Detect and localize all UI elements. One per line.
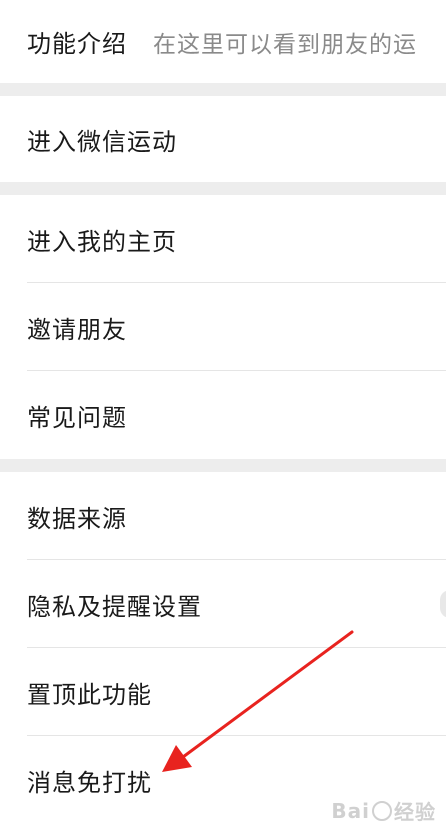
- function-intro-label: 功能介绍: [27, 30, 127, 58]
- toggle-edge-indicator: [440, 590, 446, 618]
- enter-my-homepage-label: 进入我的主页: [27, 227, 177, 256]
- faq-label: 常见问题: [27, 403, 127, 432]
- privacy-reminder-settings-label: 隐私及提醒设置: [27, 592, 202, 621]
- mute-notifications-label: 消息免打扰: [27, 768, 152, 797]
- enter-wechat-sport-row[interactable]: 进入微信运动: [0, 96, 446, 182]
- intro-section: 功能介绍 在这里可以看到朋友的运: [0, 0, 446, 83]
- function-intro-description: 在这里可以看到朋友的运: [153, 31, 417, 58]
- data-source-label: 数据来源: [27, 504, 127, 533]
- settings-section: 数据来源 隐私及提醒设置 置顶此功能 消息免打扰: [0, 472, 446, 833]
- enter-wechat-sport-label: 进入微信运动: [27, 127, 177, 156]
- pin-function-label: 置顶此功能: [27, 680, 152, 709]
- data-source-row[interactable]: 数据来源: [0, 472, 446, 560]
- wechat-sport-settings-screen: 功能介绍 在这里可以看到朋友的运 进入微信运动 进入我的主页 邀请朋友 常见问题…: [0, 0, 446, 833]
- baidu-paw-icon: [372, 800, 392, 821]
- watermark-text-left: Bai: [331, 798, 370, 823]
- invite-friends-label: 邀请朋友: [27, 315, 127, 344]
- privacy-reminder-settings-row[interactable]: 隐私及提醒设置: [0, 560, 446, 648]
- enter-my-homepage-row[interactable]: 进入我的主页: [0, 195, 446, 283]
- invite-friends-row[interactable]: 邀请朋友: [0, 283, 446, 371]
- home-section: 进入我的主页 邀请朋友 常见问题: [0, 195, 446, 459]
- watermark-text-right: 经验: [394, 800, 436, 824]
- pin-function-row[interactable]: 置顶此功能: [0, 648, 446, 736]
- sport-section: 进入微信运动: [0, 96, 446, 182]
- function-intro-row: 功能介绍 在这里可以看到朋友的运: [0, 0, 446, 83]
- faq-row[interactable]: 常见问题: [0, 371, 446, 459]
- baidu-watermark: Bai 经验: [331, 796, 436, 825]
